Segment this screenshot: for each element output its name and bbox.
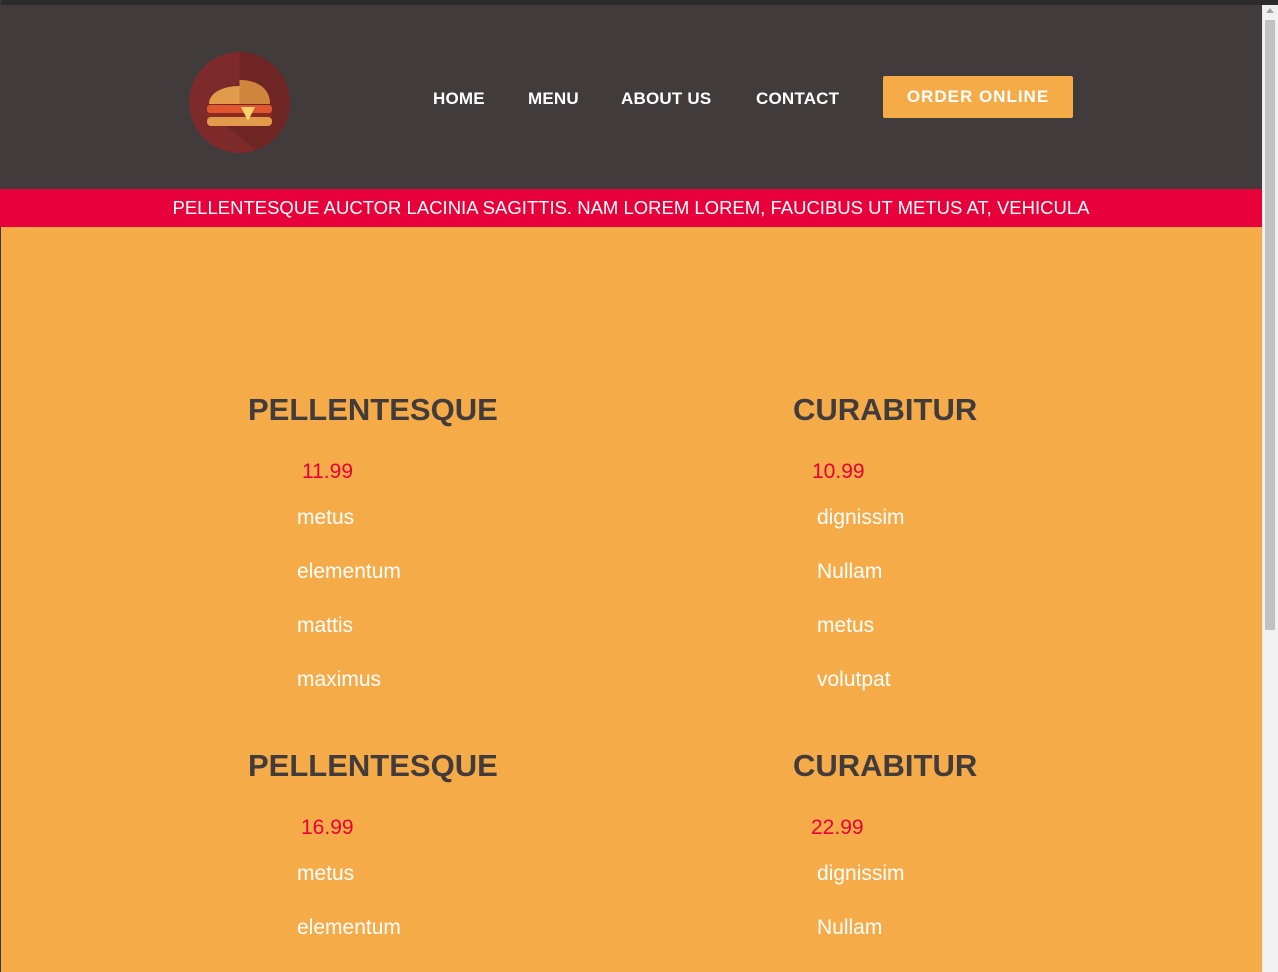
list-item: dignissim [817,506,905,529]
announcement-banner: PELLENTESQUE AUCTOR LACINIA SAGITTIS. NA… [0,189,1262,227]
section-price: 11.99 [302,460,353,483]
nav-home[interactable]: HOME [433,89,485,109]
scroll-up-icon[interactable] [1266,8,1274,13]
nav-contact[interactable]: CONTACT [756,89,839,109]
site-header: HOME MENU ABOUT US CONTACT ORDER ONLINE [0,5,1262,189]
list-item: Nullam [817,916,883,939]
nav-about-us[interactable]: ABOUT US [621,89,711,109]
list-item: dignissim [817,862,905,885]
section-price: 10.99 [812,460,865,483]
section-price: 22.99 [811,816,864,839]
order-online-button[interactable]: ORDER ONLINE [883,76,1073,118]
section-title: PELLENTESQUE [248,392,498,427]
list-item: metus [297,862,355,885]
banner-text: PELLENTESQUE AUCTOR LACINIA SAGITTIS. NA… [172,197,1090,218]
list-item: metus [297,506,355,529]
section-price: 16.99 [301,816,354,839]
nav-menu[interactable]: MENU [528,89,579,109]
list-item: mattis [297,614,354,637]
section-title: PELLENTESQUE [248,748,498,783]
list-item: elementum [297,916,401,939]
burger-icon[interactable] [189,52,290,153]
section-title: CURABITUR [793,748,978,783]
list-item: metus [817,614,875,637]
list-item: elementum [297,560,401,583]
list-item: Nullam [817,560,883,583]
list-item: maximus [297,668,382,691]
section-title: CURABITUR [793,392,978,427]
scrollbar-thumb[interactable] [1265,20,1275,630]
list-item: volutpat [817,668,891,691]
